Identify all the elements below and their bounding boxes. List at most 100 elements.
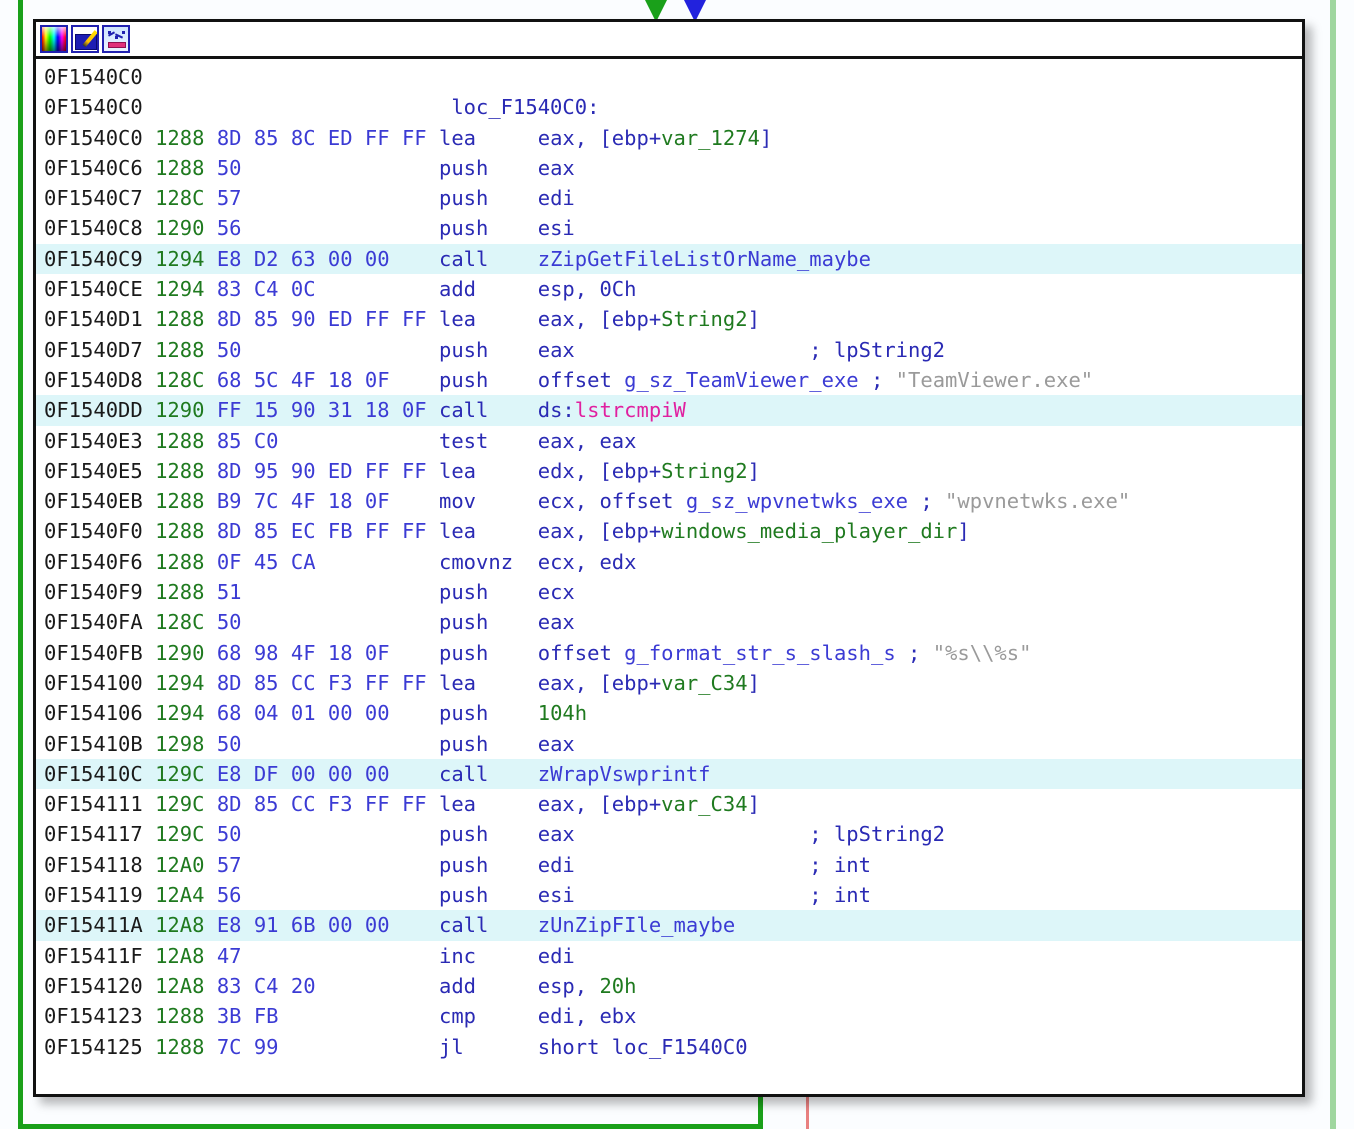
instruction-bytes: B9 7C 4F 18 0F <box>216 489 439 514</box>
palette-icon[interactable] <box>40 25 68 53</box>
graph-node-3-icon <box>122 31 125 34</box>
disassembly-row[interactable]: 0F154100 1294 8D 85 CC F3 FF FF lea eax,… <box>36 668 1302 698</box>
instruction-bytes: 0F 45 CA <box>216 549 439 574</box>
disassembly-row[interactable]: 0F1540C0 <box>36 62 1302 92</box>
disassembly-row[interactable]: 0F1540C9 1294 E8 D2 63 00 00 call zZipGe… <box>36 243 1302 275</box>
operand-text: edi, ebx <box>537 1004 637 1029</box>
instruction-bytes: 57 <box>216 186 439 211</box>
disassembly-row[interactable]: 0F1540C6 1288 50 push eax <box>36 153 1302 183</box>
instruction-mnemonic: call <box>438 761 538 786</box>
disassembly-row[interactable]: 0F15411A 12A8 E8 91 6B 00 00 call zUnZip… <box>36 910 1302 941</box>
block-label: loc_F1540C0: <box>451 95 600 120</box>
disassembly-node[interactable]: 0F1540C0 0F1540C0 loc_F1540C0: 0F1540C0 1… <box>33 19 1305 1097</box>
disassembly-row[interactable]: 0F1540FA 128C 50 push eax <box>36 607 1302 637</box>
stack-offset: 12A0 <box>155 852 217 877</box>
stack-offset: 1288 <box>155 519 217 544</box>
instruction-mnemonic: push <box>438 883 538 908</box>
disassembly-row[interactable]: 0F1540E3 1288 85 C0 test eax, eax <box>36 426 1302 456</box>
disassembly-row[interactable]: 0F1540FB 1290 68 98 4F 18 0F push offset… <box>36 638 1302 668</box>
instruction-address: 0F15410C <box>44 761 156 786</box>
operand-text: ] <box>747 307 760 332</box>
instruction-mnemonic: jl <box>438 1034 538 1059</box>
comment-gap <box>575 822 810 846</box>
disassembly-row[interactable]: 0F1540CE 1294 83 C4 0C add esp, 0Ch <box>36 274 1302 304</box>
graph-node-1-icon <box>108 31 111 34</box>
disassembly-row[interactable]: 0F15410B 1298 50 push eax <box>36 729 1302 759</box>
instruction-bytes: 50 <box>216 610 439 635</box>
instruction-address: 0F154125 <box>44 1034 156 1059</box>
instruction-address: 0F154118 <box>44 852 156 877</box>
operand-text: ecx, offset <box>537 489 686 514</box>
instruction-mnemonic: lea <box>438 125 538 150</box>
disassembly-row[interactable]: 0F1540EB 1288 B9 7C 4F 18 0F mov ecx, of… <box>36 486 1302 516</box>
disassembly-row[interactable]: 0F1540F9 1288 51 push ecx <box>36 577 1302 607</box>
operand-text: ] <box>747 458 760 483</box>
instruction-address: 0F1540EB <box>44 489 156 514</box>
operand-text: ] <box>747 670 760 695</box>
operand-text: eax <box>537 155 575 180</box>
instruction-mnemonic: cmp <box>438 1004 538 1029</box>
instruction-bytes: 56 <box>216 216 439 241</box>
instruction-bytes: 50 <box>216 155 439 180</box>
disassembly-row[interactable]: 0F1540DD 1290 FF 15 90 31 18 0F call ds:… <box>36 395 1302 426</box>
stack-offset: 1288 <box>155 458 217 483</box>
stack-offset: 1294 <box>155 246 217 271</box>
disassembly-row[interactable]: 0F1540C0 1288 8D 85 8C ED FF FF lea eax,… <box>36 123 1302 153</box>
disassembly-row[interactable]: 0F1540C0 loc_F1540C0: <box>36 92 1302 122</box>
instruction-address: 0F1540D7 <box>44 337 156 362</box>
disassembly-row[interactable]: 0F154123 1288 3B FB cmp edi, ebx <box>36 1001 1302 1031</box>
disassembly-row[interactable]: 0F154125 1288 7C 99 jl short loc_F1540C0 <box>36 1032 1302 1062</box>
graph-bar-icon <box>108 42 126 48</box>
string-literal-comment: "TeamViewer.exe" <box>883 367 1094 392</box>
instruction-address: 0F1540FB <box>44 640 156 665</box>
edit-image-icon[interactable] <box>71 25 99 53</box>
disassembly-row[interactable]: 0F1540D1 1288 8D 85 90 ED FF FF lea eax,… <box>36 304 1302 334</box>
disassembly-row[interactable]: 0F1540F6 1288 0F 45 CA cmovnz ecx, edx <box>36 547 1302 577</box>
stack-offset: 1290 <box>155 640 217 665</box>
disassembly-row[interactable]: 0F1540E5 1288 8D 95 90 ED FF FF lea edx,… <box>36 456 1302 486</box>
stack-variable: String2 <box>661 458 748 483</box>
instruction-address: 0F154123 <box>44 1004 156 1029</box>
instruction-address: 0F1540F6 <box>44 549 156 574</box>
instruction-mnemonic: push <box>438 731 538 756</box>
operand-text: eax <box>537 731 575 756</box>
operand-text: offset <box>537 367 625 392</box>
operand-text: ecx, edx <box>537 549 637 574</box>
disassembly-row[interactable]: 0F1540F0 1288 8D 85 EC FB FF FF lea eax,… <box>36 516 1302 546</box>
disassembly-row[interactable]: 0F154119 12A4 56 push esi ; int <box>36 880 1302 910</box>
instruction-address: 0F154117 <box>44 822 156 847</box>
graph-icon[interactable] <box>102 25 130 53</box>
instruction-mnemonic: push <box>438 610 538 635</box>
instruction-bytes: 47 <box>216 943 439 968</box>
disassembly-row[interactable]: 0F1540D8 128C 68 5C 4F 18 0F push offset… <box>36 365 1302 395</box>
instruction-bytes: 8D 95 90 ED FF FF <box>216 458 439 483</box>
instruction-bytes: 50 <box>216 731 439 756</box>
disassembly-row[interactable]: 0F1540D7 1288 50 push eax ; lpString2 <box>36 335 1302 365</box>
instruction-address: 0F154120 <box>44 973 156 998</box>
disassembly-row[interactable]: 0F15410C 129C E8 DF 00 00 00 call zWrapV… <box>36 758 1302 790</box>
instruction-address: 0F1540C8 <box>44 216 156 241</box>
stack-variable: var_1274 <box>661 125 760 150</box>
instruction-address: 0F1540C7 <box>44 186 156 211</box>
disassembly-row[interactable]: 0F15411F 12A8 47 inc edi <box>36 941 1302 971</box>
disassembly-row[interactable]: 0F154106 1294 68 04 01 00 00 push 104h <box>36 698 1302 728</box>
disassembly-listing[interactable]: 0F1540C0 0F1540C0 loc_F1540C0: 0F1540C0 1… <box>36 59 1302 1094</box>
node-toolbar <box>36 22 1302 59</box>
operand-text: ecx <box>537 580 575 605</box>
disassembly-row[interactable]: 0F1540C8 1290 56 push esi <box>36 213 1302 243</box>
disassembly-row[interactable]: 0F1540C7 128C 57 push edi <box>36 183 1302 213</box>
disassembly-row[interactable]: 0F154118 12A0 57 push edi ; int <box>36 850 1302 880</box>
instruction-address: 0F1540E5 <box>44 458 156 483</box>
disassembly-row[interactable]: 0F154111 129C 8D 85 CC F3 FF FF lea eax,… <box>36 789 1302 819</box>
operand-text: eax <box>537 822 575 847</box>
disassembly-row[interactable]: 0F154120 12A8 83 C4 20 add esp, 20h <box>36 971 1302 1001</box>
stack-variable: String2 <box>661 307 748 332</box>
instruction-bytes: E8 91 6B 00 00 <box>216 913 439 938</box>
instruction-mnemonic: lea <box>438 792 538 817</box>
graph-edge-left-green <box>18 0 23 1129</box>
operand-text: short <box>537 1034 612 1059</box>
instruction-mnemonic: call <box>438 913 538 938</box>
instruction-address: 0F1540C6 <box>44 155 156 180</box>
instruction-bytes: 57 <box>216 852 439 877</box>
disassembly-row[interactable]: 0F154117 129C 50 push eax ; lpString2 <box>36 819 1302 849</box>
